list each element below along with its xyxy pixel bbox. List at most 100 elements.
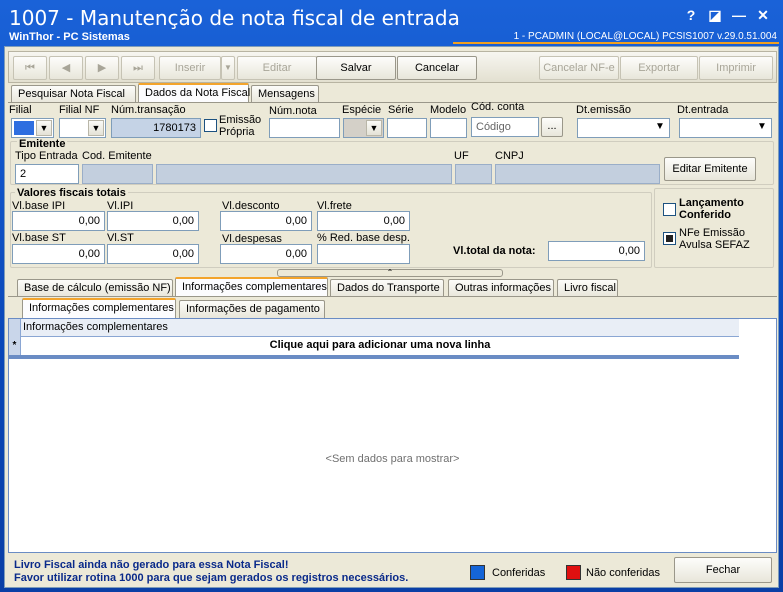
- warning-line-2: Favor utilizar rotina 1000 para que seja…: [14, 572, 409, 584]
- minimize-icon[interactable]: —: [727, 6, 751, 24]
- restore-icon[interactable]: ◪: [703, 6, 727, 24]
- filial-nf-select[interactable]: ▼: [59, 118, 106, 138]
- emissao-propria-label: Emissão Própria: [219, 114, 262, 138]
- red-base-field[interactable]: [317, 244, 410, 264]
- dt-entrada-field[interactable]: ▼: [679, 118, 772, 138]
- tab-outras-informacoes[interactable]: Outras informações: [448, 279, 554, 297]
- cod-emitente-field[interactable]: [82, 164, 153, 184]
- editar-emitente-button[interactable]: Editar Emitente: [664, 157, 756, 181]
- salvar-button[interactable]: Salvar: [316, 56, 396, 80]
- toolbar: ⏮ ◀ ▶ ⏭ Inserir ▼ Editar Salvar Cancelar…: [8, 51, 777, 83]
- ipi-field[interactable]: 0,00: [107, 211, 199, 231]
- app-window: 1007 - Manutenção de nota fiscal de entr…: [0, 0, 783, 592]
- valores-title: Valores fiscais totais: [15, 187, 128, 199]
- tab-mensagens[interactable]: Mensagens: [251, 85, 319, 103]
- next-record-icon[interactable]: ▶: [85, 56, 119, 80]
- inserir-button[interactable]: Inserir: [159, 56, 221, 80]
- tab-base-calculo[interactable]: Base de cálculo (emissão NF): [17, 279, 173, 297]
- despesas-field[interactable]: 0,00: [220, 244, 312, 264]
- tab-livro-fiscal[interactable]: Livro fiscal: [557, 279, 618, 297]
- total-nota-label: Vl.total da nota:: [453, 245, 536, 257]
- tabs-divider: [8, 102, 777, 103]
- nfe-avulsa-checkbox[interactable]: [663, 232, 676, 245]
- title-bar[interactable]: 1007 - Manutenção de nota fiscal de entr…: [0, 0, 783, 46]
- last-record-icon[interactable]: ⏭: [121, 56, 155, 80]
- imprimir-button[interactable]: Imprimir: [699, 56, 773, 80]
- cod-emitente-label: Cod. Emitente: [82, 150, 152, 162]
- red-base-label: % Red. base desp.: [317, 232, 410, 244]
- empty-message: <Sem dados para mostrar>: [325, 453, 460, 465]
- prev-record-icon[interactable]: ◀: [49, 56, 83, 80]
- chevron-down-icon[interactable]: ▼: [36, 120, 52, 136]
- splitter-handle[interactable]: ⌃: [277, 269, 503, 277]
- lancamento-conferido-checkbox[interactable]: [663, 203, 676, 216]
- tab-pesquisar[interactable]: Pesquisar Nota Fiscal: [11, 85, 136, 103]
- title-accent-line: [453, 42, 779, 44]
- nao-conferidas-legend-swatch: [566, 565, 581, 580]
- tab-info-complementares[interactable]: Informações complementares: [22, 298, 176, 318]
- client-area: ⏮ ◀ ▶ ⏭ Inserir ▼ Editar Salvar Cancelar…: [4, 46, 779, 588]
- dt-entrada-label: Dt.entrada: [677, 104, 729, 116]
- grid-new-row[interactable]: * Clique aqui para adicionar uma nova li…: [9, 337, 739, 359]
- filial-selection: [14, 121, 34, 135]
- fechar-button[interactable]: Fechar: [674, 557, 772, 583]
- exportar-button[interactable]: Exportar: [620, 56, 698, 80]
- lancamento-conferido-label: Lançamento Conferido: [679, 197, 744, 221]
- first-record-icon[interactable]: ⏮: [13, 56, 47, 80]
- tipo-entrada-field[interactable]: 2: [15, 164, 79, 184]
- tab-dados-transporte[interactable]: Dados do Transporte: [330, 279, 444, 297]
- filial-select[interactable]: ▼: [11, 118, 54, 138]
- num-transacao-field[interactable]: 1780173: [111, 118, 201, 138]
- new-row-indicator: *: [9, 337, 21, 355]
- grid-header: Informações complementares: [9, 319, 739, 337]
- uf-label: UF: [454, 150, 469, 162]
- base-st-field[interactable]: 0,00: [12, 244, 105, 264]
- emissao-propria-checkbox[interactable]: [204, 119, 217, 132]
- st-label: Vl.ST: [107, 232, 134, 244]
- grid-header-indicator: [9, 319, 21, 337]
- calendar-dropdown-icon[interactable]: ▼: [652, 120, 668, 136]
- conferidas-legend-label: Conferidas: [492, 567, 546, 579]
- calendar-dropdown-icon[interactable]: ▼: [754, 120, 770, 136]
- system-info: 1 - PCADMIN (LOCAL@LOCAL) PCSIS1007 v.29…: [513, 31, 777, 42]
- especie-label: Espécie: [342, 104, 382, 116]
- window-title: 1007 - Manutenção de nota fiscal de entr…: [9, 6, 460, 30]
- dt-emissao-label: Dt.emissão: [576, 104, 632, 116]
- info-grid[interactable]: Informações complementares * Clique aqui…: [8, 318, 777, 553]
- add-row-text[interactable]: Clique aqui para adicionar uma nova linh…: [21, 339, 739, 351]
- modelo-field[interactable]: [430, 118, 467, 138]
- nfe-avulsa-label: NFe Emissão Avulsa SEFAZ: [679, 227, 750, 251]
- window-controls: ? ◪ — ✕: [679, 6, 775, 24]
- num-transacao-label: Núm.transação: [111, 104, 186, 116]
- chevron-down-icon[interactable]: ▼: [88, 120, 104, 136]
- window-subtitle: WinThor - PC Sistemas: [9, 31, 130, 43]
- cancelar-nfe-button[interactable]: Cancelar NF-e: [539, 56, 619, 80]
- serie-field[interactable]: [387, 118, 427, 138]
- uf-field: [455, 164, 492, 184]
- num-nota-field[interactable]: [269, 118, 340, 138]
- chevron-down-icon[interactable]: ▼: [366, 120, 382, 136]
- inserir-dropdown-icon[interactable]: ▼: [221, 56, 235, 80]
- tipo-entrada-label: Tipo Entrada: [15, 150, 78, 162]
- tab-informacoes-complementares[interactable]: Informações complementares: [175, 277, 328, 297]
- grid-column-header[interactable]: Informações complementares: [23, 321, 168, 333]
- info-tabs: Informações complementares Informações d…: [11, 298, 776, 318]
- st-field[interactable]: 0,00: [107, 244, 199, 264]
- warning-line-1: Livro Fiscal ainda não gerado para essa …: [14, 559, 289, 571]
- close-icon[interactable]: ✕: [751, 6, 775, 24]
- cancelar-button[interactable]: Cancelar: [397, 56, 477, 80]
- cod-conta-field[interactable]: Código: [471, 117, 539, 137]
- help-icon[interactable]: ?: [679, 6, 703, 24]
- cod-conta-lookup-button[interactable]: ...: [541, 117, 563, 137]
- frete-field[interactable]: 0,00: [317, 211, 410, 231]
- subtabs-divider: [8, 296, 777, 297]
- footer: Livro Fiscal ainda não gerado para essa …: [8, 555, 777, 587]
- tab-info-pagamento[interactable]: Informações de pagamento: [179, 300, 325, 318]
- dt-emissao-field[interactable]: ▼: [577, 118, 670, 138]
- base-ipi-field[interactable]: 0,00: [12, 211, 105, 231]
- editar-button[interactable]: Editar: [237, 56, 317, 80]
- desconto-field[interactable]: 0,00: [220, 211, 312, 231]
- conferidas-legend-swatch: [470, 565, 485, 580]
- especie-select[interactable]: ▼: [343, 118, 384, 138]
- tab-dados-nota[interactable]: Dados da Nota Fiscal: [138, 83, 250, 103]
